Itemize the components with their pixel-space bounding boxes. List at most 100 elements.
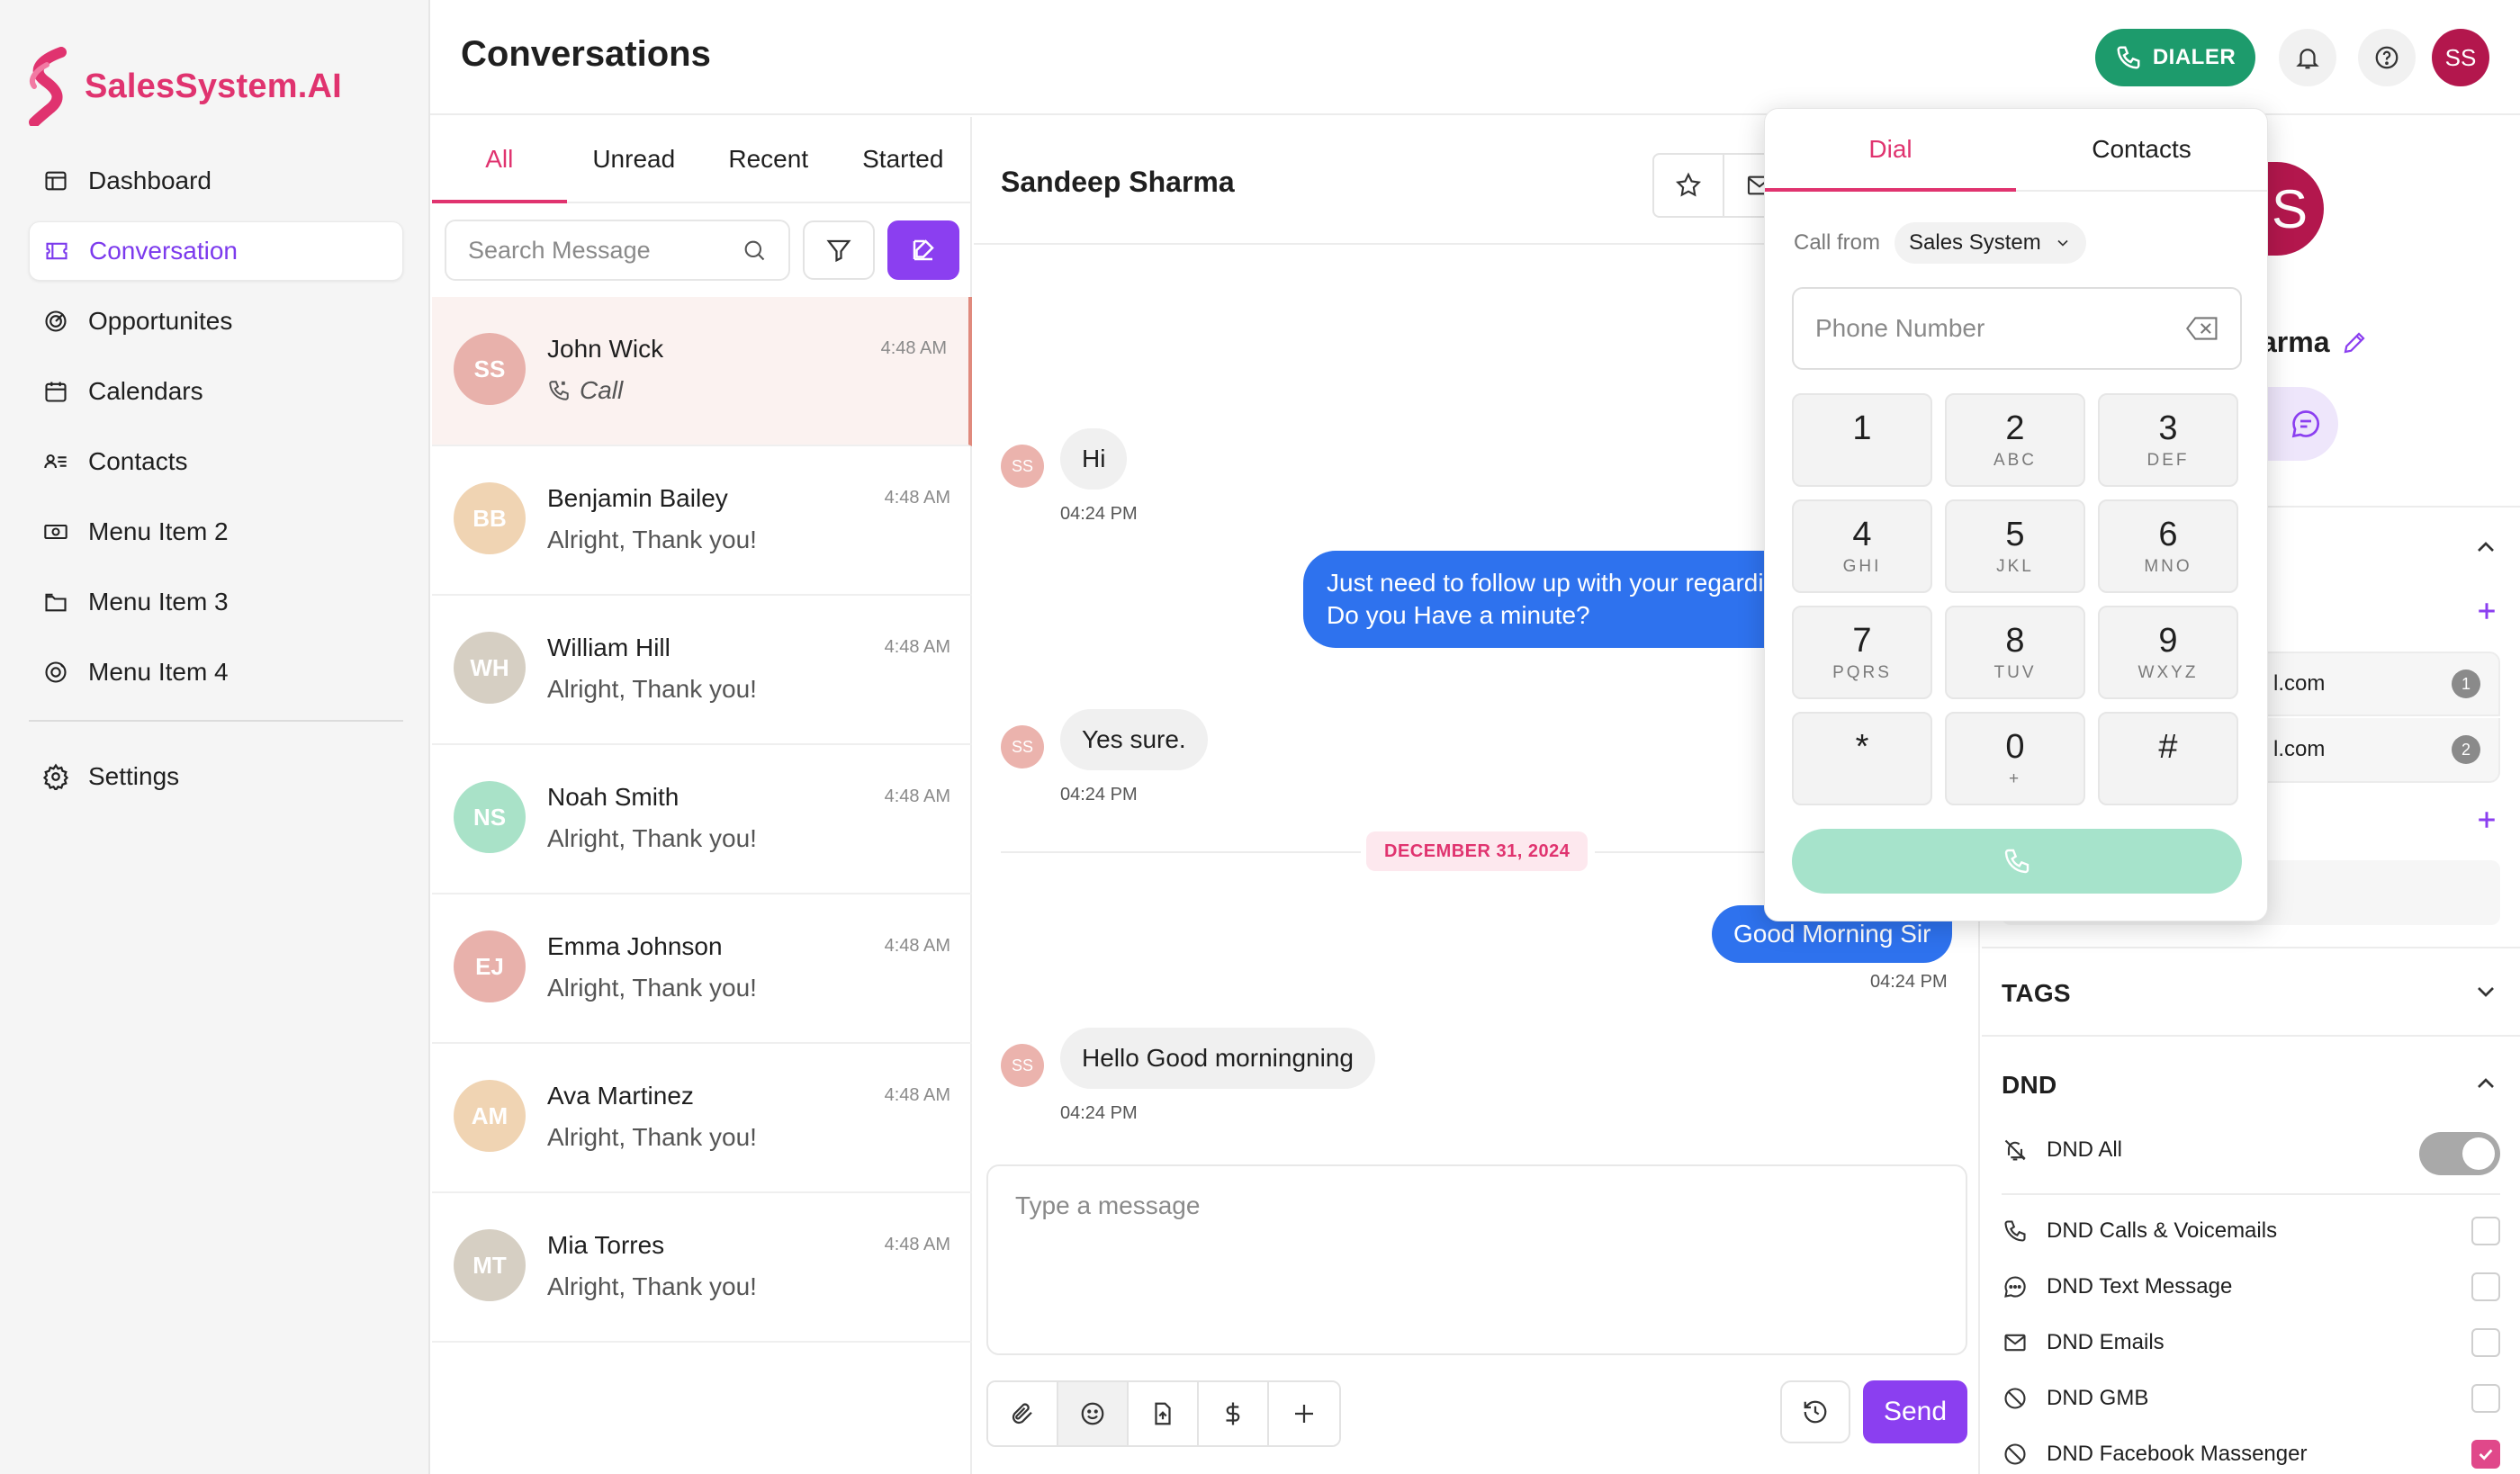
conversation-item[interactable]: AM Ava Martinez Alright, Thank you! 4:48… [432, 1044, 972, 1193]
compose-button[interactable] [887, 220, 959, 280]
key-letters: WXYZ [2138, 663, 2199, 682]
filter-button[interactable] [803, 220, 875, 280]
conversation-item[interactable]: MT Mia Torres Alright, Thank you! 4:48 A… [432, 1193, 972, 1343]
call-from-select[interactable]: Sales System [1894, 222, 2086, 264]
chevron-up-icon[interactable] [2471, 1069, 2500, 1098]
chevron-up-icon[interactable] [2471, 533, 2500, 562]
plus-icon [1291, 1400, 1318, 1427]
dial-key-5[interactable]: 5 JKL [1945, 499, 2085, 593]
user-avatar[interactable]: SS [2432, 29, 2489, 86]
tab-started[interactable]: Started [836, 117, 971, 202]
avatar: EJ [454, 930, 526, 1002]
dnd-item-label: DND GMB [2047, 1386, 2149, 1410]
key-letters: + [2008, 769, 2022, 788]
message-icon [2002, 1274, 2029, 1299]
key-digit: 5 [2005, 516, 2025, 553]
avatar: MT [454, 1229, 526, 1301]
send-button[interactable]: Send [1863, 1380, 1967, 1443]
key-digit: 8 [2005, 622, 2025, 660]
dnd-item-label: DND Emails [2047, 1330, 2164, 1354]
dnd-facebook-checkbox[interactable] [2471, 1440, 2500, 1469]
calendar-icon [41, 377, 70, 406]
sidebar-item-menu-item-4[interactable]: Menu Item 4 [29, 643, 403, 702]
tab-contacts[interactable]: Contacts [2016, 109, 2267, 190]
avatar: WH [454, 632, 526, 704]
key-digit: * [1855, 728, 1869, 766]
paperclip-icon [1009, 1400, 1036, 1427]
dial-key-8[interactable]: 8 TUV [1945, 606, 2085, 699]
dialer-button[interactable]: DIALER [2095, 29, 2255, 86]
preview-text: Call [580, 376, 624, 404]
dnd-section-title: DND [2002, 1071, 2057, 1099]
pencil-icon[interactable] [2341, 329, 2368, 356]
call-button[interactable] [1792, 829, 2242, 894]
sidebar-item-calendars[interactable]: Calendars [29, 362, 403, 421]
notifications-button[interactable] [2279, 29, 2336, 86]
attach-button[interactable] [988, 1382, 1058, 1445]
conversation-item[interactable]: NS Noah Smith Alright, Thank you! 4:48 A… [432, 745, 972, 894]
badge-icon [41, 658, 70, 687]
dial-key-star[interactable]: * [1792, 712, 1932, 805]
contact-name-partial: arma [2261, 326, 2330, 358]
sender-avatar: SS [1001, 445, 1044, 488]
search-input[interactable] [468, 236, 729, 265]
dial-key-hash[interactable]: # [2098, 712, 2238, 805]
message-input[interactable] [988, 1166, 1966, 1353]
conversation-item[interactable]: EJ Emma Johnson Alright, Thank you! 4:48… [432, 894, 972, 1044]
dnd-text-checkbox[interactable] [2471, 1272, 2500, 1301]
conversation-item[interactable]: BB Benjamin Bailey Alright, Thank you! 4… [432, 446, 972, 596]
sidebar-item-opportunites[interactable]: Opportunites [29, 292, 403, 351]
sidebar-item-contacts[interactable]: Contacts [29, 432, 403, 491]
smile-icon [1079, 1400, 1106, 1427]
dial-key-6[interactable]: 6 MNO [2098, 499, 2238, 593]
dial-key-4[interactable]: 4 GHI [1792, 499, 1932, 593]
star-button[interactable] [1652, 153, 1724, 218]
message-line: Do you Have a minute? [1327, 601, 1590, 629]
dnd-gmb-checkbox[interactable] [2471, 1384, 2500, 1413]
tab-dial[interactable]: Dial [1765, 109, 2016, 192]
message-action-button[interactable] [2264, 387, 2338, 461]
dashboard-icon [41, 166, 70, 195]
sidebar-item-menu-item-2[interactable]: Menu Item 2 [29, 502, 403, 562]
payment-button[interactable] [1199, 1382, 1269, 1445]
add-email-icon[interactable] [2473, 598, 2500, 625]
sidebar-item-menu-item-3[interactable]: Menu Item 3 [29, 572, 403, 632]
help-button[interactable] [2358, 29, 2416, 86]
conversation-item[interactable]: SS John Wick Call 4:48 AM [432, 297, 972, 446]
message-time: 04:24 PM [1060, 785, 1138, 804]
sidebar-item-settings[interactable]: Settings [29, 747, 403, 806]
dnd-emails-checkbox[interactable] [2471, 1328, 2500, 1357]
dial-key-9[interactable]: 9 WXYZ [2098, 606, 2238, 699]
logo[interactable]: SalesSystem.AI [27, 47, 342, 126]
sidebar-item-conversation[interactable]: Conversation [29, 221, 403, 281]
key-digit: 6 [2158, 516, 2178, 553]
tab-all[interactable]: All [432, 117, 567, 203]
conversation-item[interactable]: WH William Hill Alright, Thank you! 4:48… [432, 596, 972, 745]
more-options-button[interactable] [1269, 1382, 1339, 1445]
dial-key-0[interactable]: 0 + [1945, 712, 2085, 805]
tab-unread[interactable]: Unread [567, 117, 702, 202]
backspace-icon[interactable] [2186, 315, 2218, 342]
message-preview: Alright, Thank you! [547, 526, 757, 553]
tab-recent[interactable]: Recent [701, 117, 836, 202]
contact-name: Mia Torres [547, 1231, 665, 1259]
search-icon[interactable] [742, 238, 767, 263]
phone-call-icon [547, 379, 571, 402]
phone-number-input[interactable] [1815, 314, 2175, 343]
history-button[interactable] [1780, 1380, 1850, 1443]
upload-file-button[interactable] [1129, 1382, 1199, 1445]
dnd-all-toggle[interactable] [2419, 1132, 2500, 1175]
sidebar-item-dashboard[interactable]: Dashboard [29, 151, 403, 211]
key-letters: TUV [1994, 663, 2037, 682]
dnd-calls-checkbox[interactable] [2471, 1217, 2500, 1245]
dial-key-1[interactable]: 1 [1792, 393, 1932, 487]
add-field-icon[interactable] [2473, 806, 2500, 833]
dial-key-2[interactable]: 2 ABC [1945, 393, 2085, 487]
emoji-button[interactable] [1058, 1382, 1129, 1445]
chevron-down-icon[interactable] [2471, 977, 2500, 1006]
dial-key-7[interactable]: 7 PQRS [1792, 606, 1932, 699]
date-divider: DECEMBER 31, 2024 [1366, 831, 1588, 871]
money-icon [41, 517, 70, 546]
dial-key-3[interactable]: 3 DEF [2098, 393, 2238, 487]
dnd-item-row: DND Facebook Massenger [2002, 1440, 2500, 1469]
